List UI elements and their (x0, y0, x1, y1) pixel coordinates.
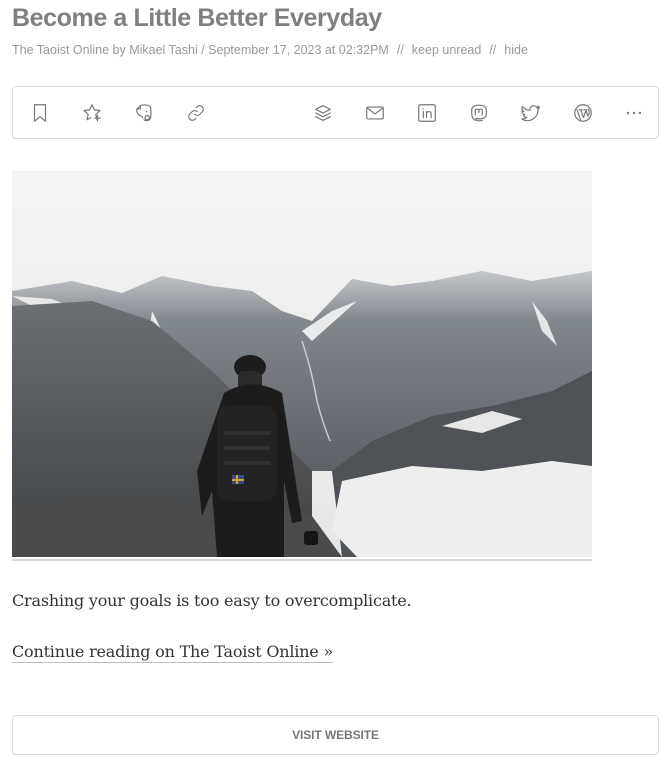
meta-separator: // (489, 43, 497, 57)
share-toolbar (12, 86, 659, 139)
meta-separator: // (396, 43, 404, 57)
evernote-button[interactable] (130, 99, 158, 127)
continue-reading-link[interactable]: Continue reading on The Taoist Online » (12, 642, 333, 663)
copy-link-button[interactable] (182, 99, 210, 127)
linkedin-button[interactable] (413, 99, 441, 127)
evernote-icon (136, 104, 152, 122)
bookmark-button[interactable] (26, 99, 54, 127)
hide-link[interactable]: hide (504, 43, 528, 57)
email-button[interactable] (361, 99, 389, 127)
favorite-button[interactable] (78, 99, 106, 127)
mastodon-icon (471, 104, 487, 122)
buffer-button[interactable] (309, 99, 337, 127)
linkedin-icon (418, 104, 436, 122)
keep-unread-link[interactable]: keep unread (412, 43, 482, 57)
article-summary: Crashing your goals is too easy to overc… (12, 591, 412, 610)
article-meta: The Taoist Online by Mikael Tashi / Sept… (12, 43, 528, 57)
article-image[interactable] (12, 171, 592, 557)
article-title[interactable]: Become a Little Better Everyday (12, 4, 382, 33)
image-divider (12, 559, 592, 561)
more-button[interactable] (620, 99, 648, 127)
mountain-photo (12, 171, 592, 557)
bookmark-icon (33, 104, 47, 122)
visit-website-button[interactable]: VISIT WEBSITE (12, 715, 659, 755)
wordpress-button[interactable] (569, 99, 597, 127)
buffer-icon (315, 105, 331, 121)
more-icon (626, 111, 642, 115)
byline: The Taoist Online by Mikael Tashi / Sept… (12, 43, 389, 57)
wordpress-icon (574, 104, 592, 122)
mastodon-button[interactable] (465, 99, 493, 127)
twitter-icon (521, 105, 540, 122)
link-icon (188, 105, 204, 121)
star-plus-icon (83, 104, 101, 122)
twitter-button[interactable] (517, 99, 545, 127)
email-icon (366, 106, 384, 120)
